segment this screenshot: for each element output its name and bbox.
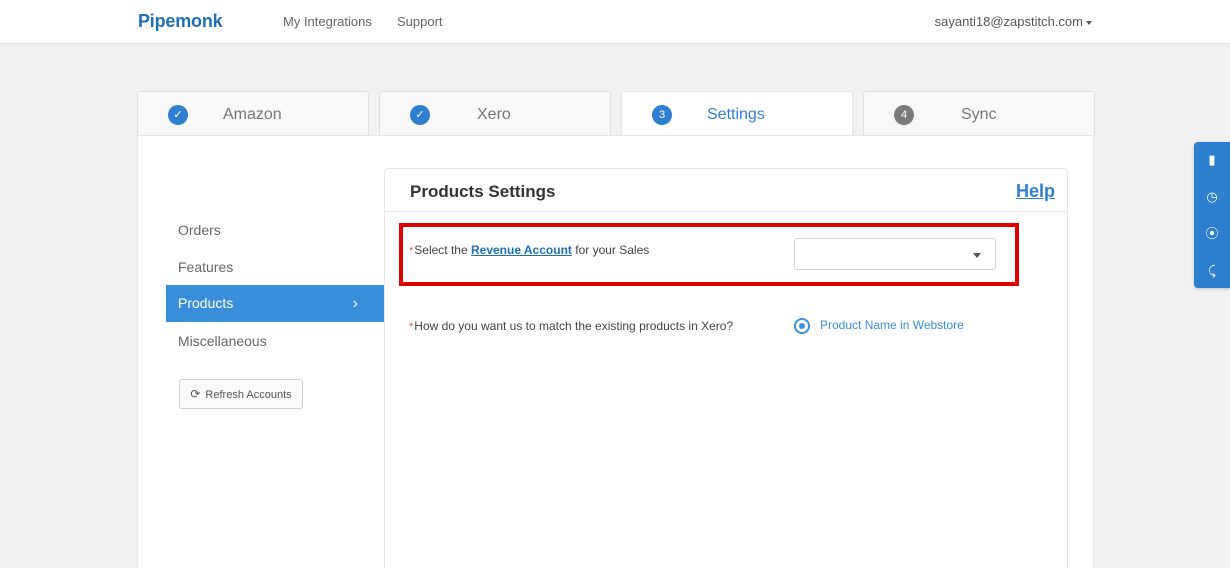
step-label: Amazon <box>223 106 282 123</box>
step-number-badge: 3 <box>652 105 672 125</box>
radio-selected-icon <box>794 318 810 334</box>
floating-toolbar: ▮ ◷ ⦿ ⤹ <box>1194 142 1230 288</box>
help-link[interactable]: Help <box>1016 181 1055 202</box>
caret-down-icon <box>1086 20 1092 25</box>
product-match-question: *How do you want us to match the existin… <box>409 317 749 336</box>
user-email: sayanti18@zapstitch.com <box>934 14 1083 29</box>
book-icon[interactable]: ▮ <box>1203 151 1221 169</box>
sidebar-item-features[interactable]: Features <box>166 249 384 286</box>
user-menu[interactable]: sayanti18@zapstitch.com <box>935 14 1092 29</box>
lifebuoy-icon[interactable]: ⦿ <box>1203 225 1221 243</box>
step-tab-sync[interactable]: 4 Sync <box>863 91 1095 135</box>
check-icon: ✓ <box>410 105 430 125</box>
chevron-right-icon: › <box>352 295 358 312</box>
radio-product-name-in-webstore[interactable]: Product Name in Webstore <box>794 318 964 334</box>
question-suffix: for your Sales <box>571 243 650 257</box>
clock-icon[interactable]: ◷ <box>1203 188 1221 206</box>
step-label: Xero <box>477 106 511 123</box>
step-label: Settings <box>707 106 765 123</box>
panel-header: Products Settings Help <box>385 169 1067 212</box>
required-marker: * <box>409 245 414 257</box>
top-navbar: Pipemonk My Integrations Support sayanti… <box>0 0 1230 44</box>
sidebar-item-products[interactable]: Products › <box>166 285 384 322</box>
required-marker: * <box>409 321 414 333</box>
question-prefix: Select the <box>414 243 471 257</box>
refresh-accounts-button[interactable]: ⟳ Refresh Accounts <box>179 379 303 409</box>
step-tab-xero[interactable]: ✓ Xero <box>379 91 611 135</box>
refresh-icon: ⟳ <box>190 387 201 401</box>
revenue-account-select[interactable] <box>794 238 996 270</box>
sidebar-item-label: Products <box>178 295 234 311</box>
nav-my-integrations[interactable]: My Integrations <box>283 14 372 29</box>
settings-card: Orders Features Products › Miscellaneous… <box>137 135 1094 568</box>
sidebar-item-orders[interactable]: Orders <box>166 212 384 249</box>
step-label: Sync <box>961 106 997 123</box>
sidebar-item-miscellaneous[interactable]: Miscellaneous <box>166 323 384 360</box>
product-match-text: How do you want us to match the existing… <box>414 319 734 333</box>
radio-label: Product Name in Webstore <box>820 318 964 333</box>
refresh-accounts-label: Refresh Accounts <box>205 389 292 401</box>
check-icon: ✓ <box>168 105 188 125</box>
revenue-account-link[interactable]: Revenue Account <box>471 243 572 257</box>
panel-title: Products Settings <box>410 182 556 201</box>
caret-down-icon <box>973 253 981 258</box>
nav-support[interactable]: Support <box>397 14 443 29</box>
step-tab-amazon[interactable]: ✓ Amazon <box>137 91 369 135</box>
rss-icon[interactable]: ⤹ <box>1203 262 1221 280</box>
step-tab-settings[interactable]: 3 Settings <box>621 91 853 136</box>
step-number-badge: 4 <box>894 105 914 125</box>
revenue-account-question: *Select the Revenue Account for your Sal… <box>409 241 769 260</box>
logo[interactable]: Pipemonk <box>138 11 223 32</box>
products-settings-panel: Products Settings Help *Select the Reven… <box>384 168 1068 568</box>
